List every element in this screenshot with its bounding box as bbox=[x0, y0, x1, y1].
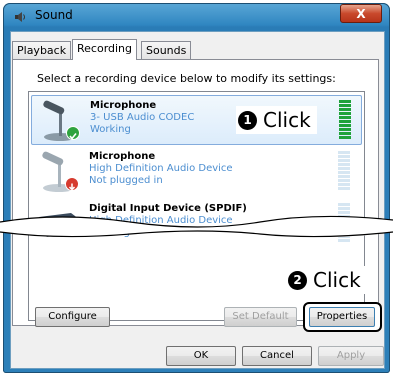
instruction-text: Select a recording device below to modif… bbox=[37, 72, 336, 85]
properties-button[interactable]: Properties bbox=[309, 307, 375, 327]
step-number-2: 2 bbox=[288, 270, 307, 290]
close-icon: X bbox=[356, 6, 366, 21]
configure-label: Configure bbox=[48, 311, 97, 322]
level-meter bbox=[339, 100, 351, 140]
ok-button[interactable]: OK bbox=[166, 346, 236, 366]
close-button[interactable]: X bbox=[340, 4, 382, 23]
configure-button[interactable]: Configure bbox=[35, 307, 110, 327]
annotation-label: Click bbox=[313, 268, 361, 292]
level-meter bbox=[338, 151, 350, 191]
cancel-button[interactable]: Cancel bbox=[242, 346, 312, 366]
speaker-icon bbox=[13, 9, 27, 23]
device-status: Not plugged in bbox=[89, 175, 163, 186]
window-title: Sound bbox=[35, 8, 73, 22]
tab-sounds[interactable]: Sounds bbox=[141, 41, 192, 59]
tab-playback[interactable]: Playback bbox=[12, 41, 72, 59]
device-status: Working bbox=[90, 124, 131, 135]
apply-button[interactable]: Apply bbox=[318, 346, 384, 366]
annotation-click-2: 2 Click bbox=[284, 266, 365, 294]
device-description: High Definition Audio Device bbox=[89, 163, 233, 174]
default-check-icon bbox=[66, 126, 80, 140]
set-default-button[interactable]: Set Default bbox=[224, 307, 297, 327]
title-bar[interactable]: Sound X bbox=[3, 3, 390, 29]
tab-recording[interactable]: Recording bbox=[72, 39, 138, 60]
device-name: Microphone bbox=[89, 151, 156, 162]
unplugged-icon bbox=[65, 177, 79, 191]
set-default-label: Set Default bbox=[232, 311, 289, 322]
dialog-body: Playback Recording Sounds Select a recor… bbox=[10, 31, 385, 369]
sound-dialog: Sound X Playback Recording Sounds Select… bbox=[3, 3, 390, 373]
step-number-1: 1 bbox=[238, 110, 257, 130]
device-description: 3- USB Audio CODEC bbox=[90, 112, 195, 123]
list-item[interactable]: Microphone High Definition Audio Device … bbox=[31, 147, 360, 195]
annotation-label: Click bbox=[263, 108, 311, 132]
annotation-click-1: 1 Click bbox=[236, 106, 317, 134]
device-name: Microphone bbox=[90, 100, 157, 111]
properties-label: Properties bbox=[316, 311, 368, 322]
page-break-wave bbox=[0, 215, 393, 238]
